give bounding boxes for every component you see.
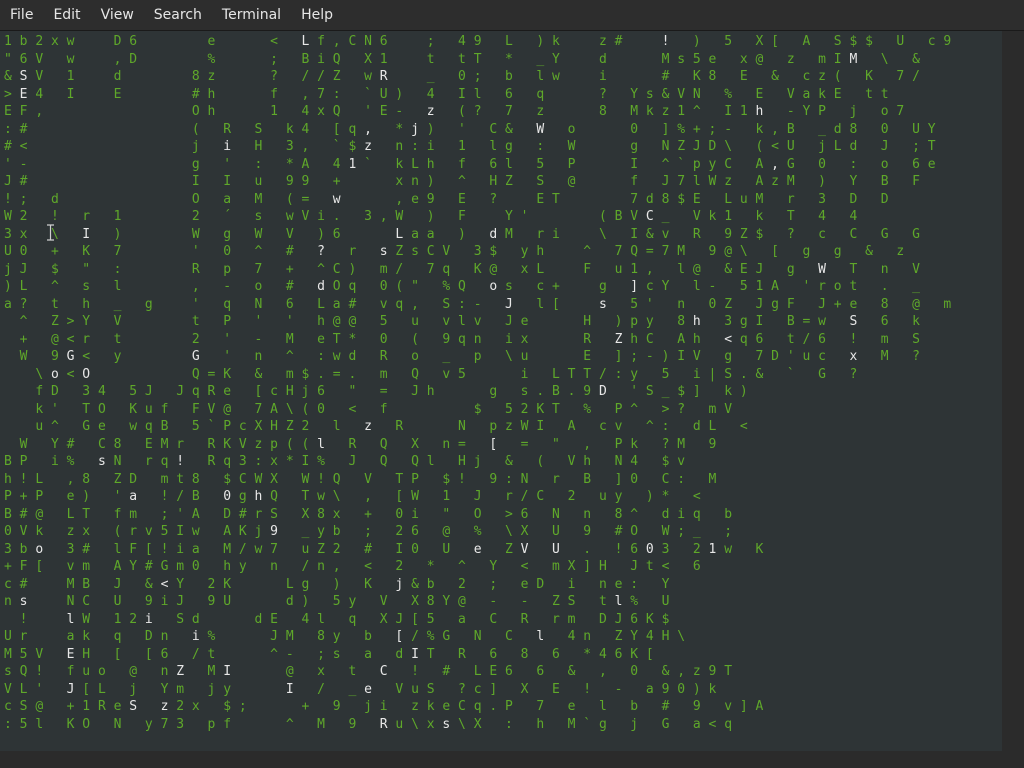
matrix-line: ) L ^ s l , - o # d O q 0 ( " % Q o s c … — [4, 279, 920, 294]
matrix-line: : 5 l K O N y 7 3 p f ^ M 9 R u \ x s \ … — [4, 716, 733, 732]
matrix-line: k ' T O K u f F V @ 7 A \ ( 0 < f $ 5 2 … — [35, 401, 733, 417]
menu-file[interactable]: File — [0, 0, 43, 30]
menu-terminal[interactable]: Terminal — [212, 0, 291, 30]
menu-bar: File Edit View Search Terminal Help — [0, 0, 1024, 31]
window-bottom-edge — [0, 751, 1024, 768]
matrix-line: 1 b 2 x w D 6 e < L f , C N 6 ; 4 9 L ) … — [4, 34, 952, 49]
matrix-line: W 2 ! r 1 2 ´ s w V i . 3 , W ) F Y ' ( … — [4, 209, 858, 224]
matrix-line: s Q ! f u o @ n Z M I @ x t C ! # L E 6 … — [4, 664, 733, 679]
matrix-line: U 0 + K 7 ' 0 ^ # ? r s Z s C V 3 $ y h … — [4, 244, 905, 259]
matrix-line: ! ; d O a M ( = w , e 9 E ? E T 7 d 8 $ … — [4, 191, 889, 207]
matrix-line: B P i % s N r q ! R q 3 : x * I % J Q Q … — [4, 454, 686, 469]
matrix-line: M 5 V E H [ [ 6 / t ^ - ; s a d I T R 6 … — [4, 646, 654, 662]
matrix-line: n s N C U 9 i J 9 U d ) 5 y V X 8 Y @ - … — [4, 594, 670, 609]
matrix-line: J # I I u 9 9 + x n ) ^ H Z S @ f J 7 l … — [4, 174, 920, 189]
matrix-line: ^ Z > Y V t P ' ' h @ @ 5 u v l v J e H … — [19, 314, 920, 329]
menu-help[interactable]: Help — [291, 0, 343, 30]
menu-view[interactable]: View — [91, 0, 144, 30]
matrix-line: P + P e ) ' a ! / B 0 g h Q T w \ , [ W … — [4, 489, 701, 504]
matrix-line: f D 3 4 5 J J q R e [ c H j 6 " = J h g … — [35, 384, 748, 399]
matrix-line: \ o < O Q = K & m $ . = . m Q v 5 i L T … — [35, 366, 858, 382]
matrix-line: W 9 G < y G ' n ^ : w d R o _ p \ u E ] … — [19, 349, 920, 364]
matrix-line: + F [ v m A Y # G m 0 h y n / n , < 2 * … — [4, 559, 701, 574]
matrix-line: & S V 1 d 8 z ? / / Z w R _ 0 ; b l w i … — [4, 69, 920, 84]
matrix-output: 1 b 2 x w D 6 e < L f , C N 6 ; 4 9 L ) … — [4, 33, 951, 733]
matrix-line: U r a k q D n i % J M 8 y b [ / % G N C … — [4, 629, 686, 644]
matrix-line: 0 V k z x ( r v 5 I w A K j 9 _ y b ; 2 … — [4, 524, 733, 539]
matrix-line: c S @ + 1 R e S z 2 x $ ; + 9 j i z k e … — [4, 699, 764, 714]
matrix-line: ' - g ' : * A 4 1 ` k L h f 6 l 5 P I ^ … — [4, 156, 936, 172]
scrollbar[interactable] — [1002, 31, 1024, 751]
matrix-line: " 6 V w , D % ; B i Q X 1 t t T * _ Y d … — [4, 51, 920, 67]
matrix-line: 3 b o 3 # l F [ ! i a M / w 7 u Z 2 # I … — [4, 541, 764, 557]
matrix-line: : # ( R S k 4 [ q , * j ) ' C & W o 0 ] … — [4, 121, 936, 137]
matrix-line: c # M B J & < Y 2 K L g ) K j & b 2 ; e … — [4, 576, 670, 592]
matrix-line: a ? t h _ g ' q N 6 L a # v q , S : - J … — [4, 296, 952, 312]
terminal-window: File Edit View Search Terminal Help 1 b … — [0, 0, 1024, 768]
matrix-line: # < j i H 3 , ` $ z n : i 1 l g : W g N … — [4, 139, 936, 154]
matrix-line: 3 x \ I ) W g W V ) 6 L a a ) d M r i \ … — [4, 226, 920, 242]
matrix-line: h ! L , 8 Z D m t 8 $ C W X W ! Q V T P … — [4, 471, 717, 487]
menu-edit[interactable]: Edit — [43, 0, 90, 30]
menu-search[interactable]: Search — [144, 0, 212, 30]
text-cursor-icon — [47, 224, 54, 241]
matrix-line: j J $ " : R p 7 + ^ C ) m / 7 q K @ x L … — [4, 261, 920, 277]
matrix-line: > E 4 I E # h f , 7 : ` U ) 4 I l 6 q ? … — [4, 86, 889, 102]
matrix-line: W Y # C 8 E M r R K V z p ( ( l R Q X n … — [19, 436, 717, 452]
matrix-line: u ^ G e w q B 5 ` P c X H Z 2 l z R N p … — [35, 419, 748, 434]
matrix-line: B # @ L T f m ; ' A D # r S X 8 x + 0 i … — [4, 506, 733, 522]
matrix-line: ! l W 1 2 i S d d E 4 l q X J [ 5 a C R … — [19, 611, 670, 627]
terminal-area[interactable]: 1 b 2 x w D 6 e < L f , C N 6 ; 4 9 L ) … — [0, 31, 1002, 751]
matrix-line: E F , O h 1 4 x Q ' E - z ( ? 7 z 8 M k … — [4, 104, 905, 119]
matrix-line: V L ' J [ L j Y m j y I / _ e V u S ? c … — [4, 681, 717, 697]
matrix-line: + @ < r t 2 ' - M e T * 0 ( 9 q n i x R … — [19, 331, 920, 347]
